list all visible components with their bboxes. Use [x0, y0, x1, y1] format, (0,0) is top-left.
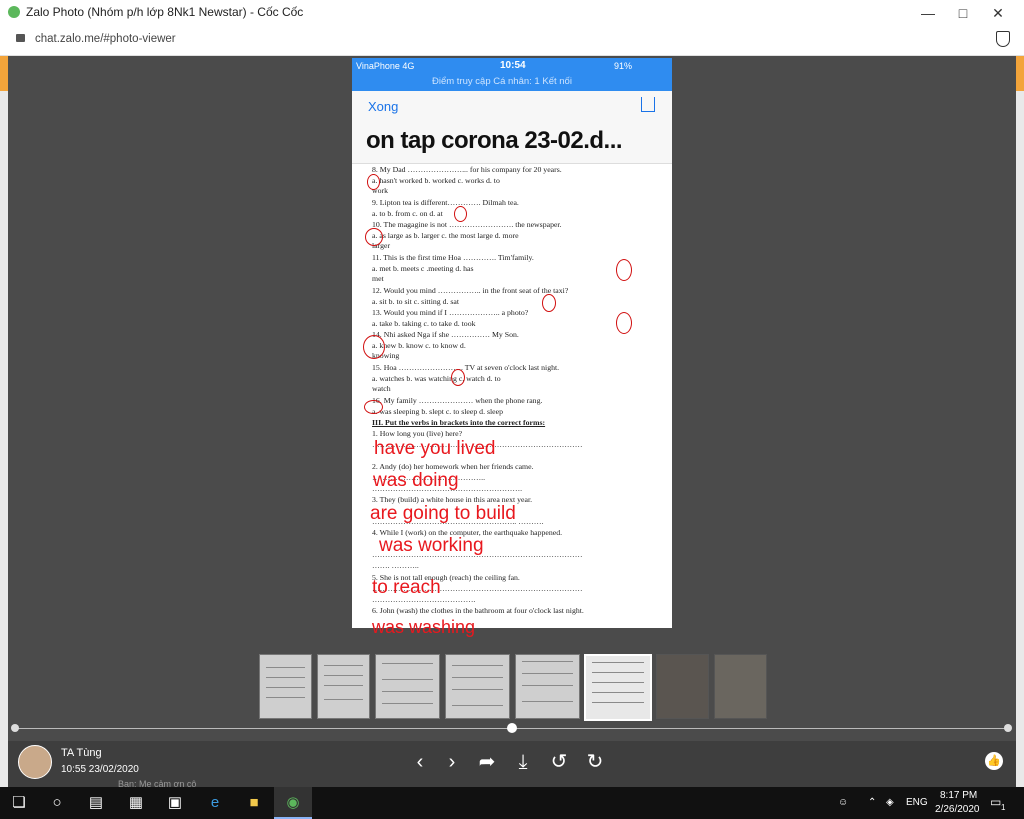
doc-line: a. was sleeping b. slept c. to sleep d. … — [372, 407, 503, 416]
task-view-icon[interactable]: ▤ — [77, 787, 115, 819]
hotspot-label: Điểm truy cập Cá nhân: 1 Kết nối — [432, 76, 572, 87]
doc-line: 11. This is the first time Hoa …………. Tim… — [372, 253, 534, 262]
handwritten-answer: was washing — [372, 617, 476, 637]
lock-icon — [16, 34, 25, 42]
notification-icon[interactable]: ▭ — [990, 795, 1001, 809]
like-icon[interactable]: 👍 — [985, 752, 1003, 770]
network-icon[interactable]: ◈ — [886, 797, 894, 808]
slider-end-knob[interactable] — [1004, 724, 1012, 732]
file-explorer-icon[interactable]: ■ — [235, 787, 273, 819]
doc-line: 12. Would you mind …………….. in the front … — [372, 286, 569, 295]
handwritten-answer: are going to build — [370, 503, 516, 524]
people-icon[interactable]: ☺ — [838, 797, 848, 808]
doc-line: a. sit b. to sit c. sitting d. sat — [372, 297, 460, 306]
page-background-right — [1016, 56, 1024, 787]
answer-circle — [616, 312, 632, 334]
doc-line: watch — [372, 384, 391, 393]
doc-line: 13. Would you mind if I ……………….. a photo… — [372, 308, 529, 317]
doc-line: 14. Nhi asked Nga if she …………… My Son. — [372, 330, 519, 339]
phone-time: 10:54 — [500, 60, 526, 71]
handwritten-answer: was doing — [373, 470, 459, 491]
maximize-button[interactable]: □ — [948, 3, 978, 23]
doc-line: a. watches b. was watching c. watch d. t… — [372, 374, 501, 383]
thumbnail[interactable] — [515, 654, 580, 719]
doc-line: 9. Lipton tea is different…………. Dilmah t… — [372, 198, 519, 207]
slider-current-knob[interactable] — [507, 723, 517, 733]
previous-icon[interactable]: ‹ — [409, 751, 431, 773]
coccoc-logo-icon — [8, 6, 20, 18]
answer-circle — [454, 206, 467, 222]
doc-line: ……. ……….. — [372, 561, 419, 570]
page-background-left — [0, 56, 8, 787]
rotate-left-icon[interactable]: ↺ — [548, 751, 570, 773]
download-icon[interactable]: ⤓ — [512, 751, 534, 773]
clock-time[interactable]: 8:17 PM — [940, 790, 977, 801]
answer-circle — [616, 259, 632, 281]
coccoc-browser-icon[interactable]: ◉ — [274, 787, 312, 819]
zalo-header-edge — [0, 56, 8, 91]
shield-icon[interactable] — [996, 31, 1010, 47]
rotate-right-icon[interactable]: ↻ — [584, 751, 606, 773]
doc-line: met — [372, 274, 384, 283]
next-icon[interactable]: › — [441, 751, 463, 773]
doc-line: a. take b. taking c. to take d. took — [372, 319, 476, 328]
edge-icon[interactable]: e — [196, 787, 234, 819]
handwritten-answer: to reach — [372, 577, 441, 598]
doc-line: a. met b. meets c .meeting d. has — [372, 264, 474, 273]
doc-line: 6. John (wash) the clothes in the bathro… — [372, 606, 584, 615]
battery-label: 91% — [614, 61, 633, 71]
window-title: Zalo Photo (Nhóm p/h lớp 8Nk1 Newstar) -… — [26, 5, 304, 19]
thumbnail[interactable] — [375, 654, 440, 719]
calculator-icon[interactable]: ▦ — [117, 787, 155, 819]
close-button[interactable]: ✕ — [983, 3, 1013, 23]
url-text[interactable]: chat.zalo.me/#photo-viewer — [35, 33, 176, 45]
minimize-button[interactable]: — — [913, 3, 943, 23]
slider-start-knob[interactable] — [11, 724, 19, 732]
answer-circle — [365, 228, 383, 246]
share-icon — [641, 97, 655, 112]
notification-count: 1 — [1001, 803, 1006, 812]
doc-line: 16. My family ………………… when the phone ran… — [372, 396, 543, 405]
answer-circle — [542, 294, 556, 312]
upload-time: 10:55 23/02/2020 — [61, 764, 139, 775]
doc-line: a. hasn't worked b. worked c. works d. t… — [372, 176, 500, 185]
phone-status-bar: VinaPhone 4G 10:54 91% Điểm truy cập Cá … — [352, 58, 672, 91]
thumbnail[interactable] — [445, 654, 510, 719]
section-heading: III. Put the verbs in brackets into the … — [372, 418, 546, 427]
answer-circle — [451, 369, 465, 386]
thumbnail[interactable] — [317, 654, 370, 719]
done-button: Xong — [368, 99, 399, 114]
answer-circle — [363, 335, 385, 359]
clock-date[interactable]: 2/26/2020 — [935, 804, 980, 815]
thumbnail[interactable] — [656, 654, 709, 719]
language-indicator[interactable]: ENG — [906, 797, 928, 808]
thumbnail[interactable] — [714, 654, 767, 719]
search-icon[interactable]: ○ — [38, 787, 76, 819]
carrier-label: VinaPhone 4G — [356, 61, 415, 71]
handwritten-answer: have you lived — [374, 438, 496, 459]
zalo-header-edge-right — [1016, 56, 1024, 91]
phone-doc-header: Xong on tap corona 23-02.d... — [352, 91, 672, 164]
doc-line: 10. The magagine is not ……………………. the ne… — [372, 220, 562, 229]
uploader-name: TA Tùng — [61, 747, 102, 759]
photo-image[interactable]: VinaPhone 4G 10:54 91% Điểm truy cập Cá … — [352, 58, 672, 637]
doc-line: a. as large as b. larger c. the most lar… — [372, 231, 519, 240]
tray-expand-icon[interactable]: ⌃ — [868, 797, 876, 808]
camera-icon[interactable]: ▣ — [156, 787, 194, 819]
doc-line: a. to b. from c. on d. at — [372, 209, 443, 218]
share-forward-icon[interactable]: ➦ — [476, 751, 498, 773]
handwritten-answer: was working — [379, 535, 484, 556]
thumbnail[interactable] — [259, 654, 312, 719]
address-bar[interactable]: chat.zalo.me/#photo-viewer — [0, 25, 1024, 56]
avatar[interactable] — [18, 745, 52, 779]
browser-titlebar: Zalo Photo (Nhóm p/h lớp 8Nk1 Newstar) -… — [0, 0, 1024, 25]
answer-circle — [364, 400, 383, 414]
doc-line: 15. Hoa ……………………. TV at seven o'clock la… — [372, 363, 560, 372]
doc-title: on tap corona 23-02.d... — [366, 127, 623, 154]
windows-start-icon[interactable]: ❏ — [0, 787, 38, 819]
answer-circle — [367, 174, 380, 190]
thumbnail-selected[interactable] — [584, 654, 652, 721]
doc-line: 8. My Dad …………………... for his company for… — [372, 165, 562, 174]
